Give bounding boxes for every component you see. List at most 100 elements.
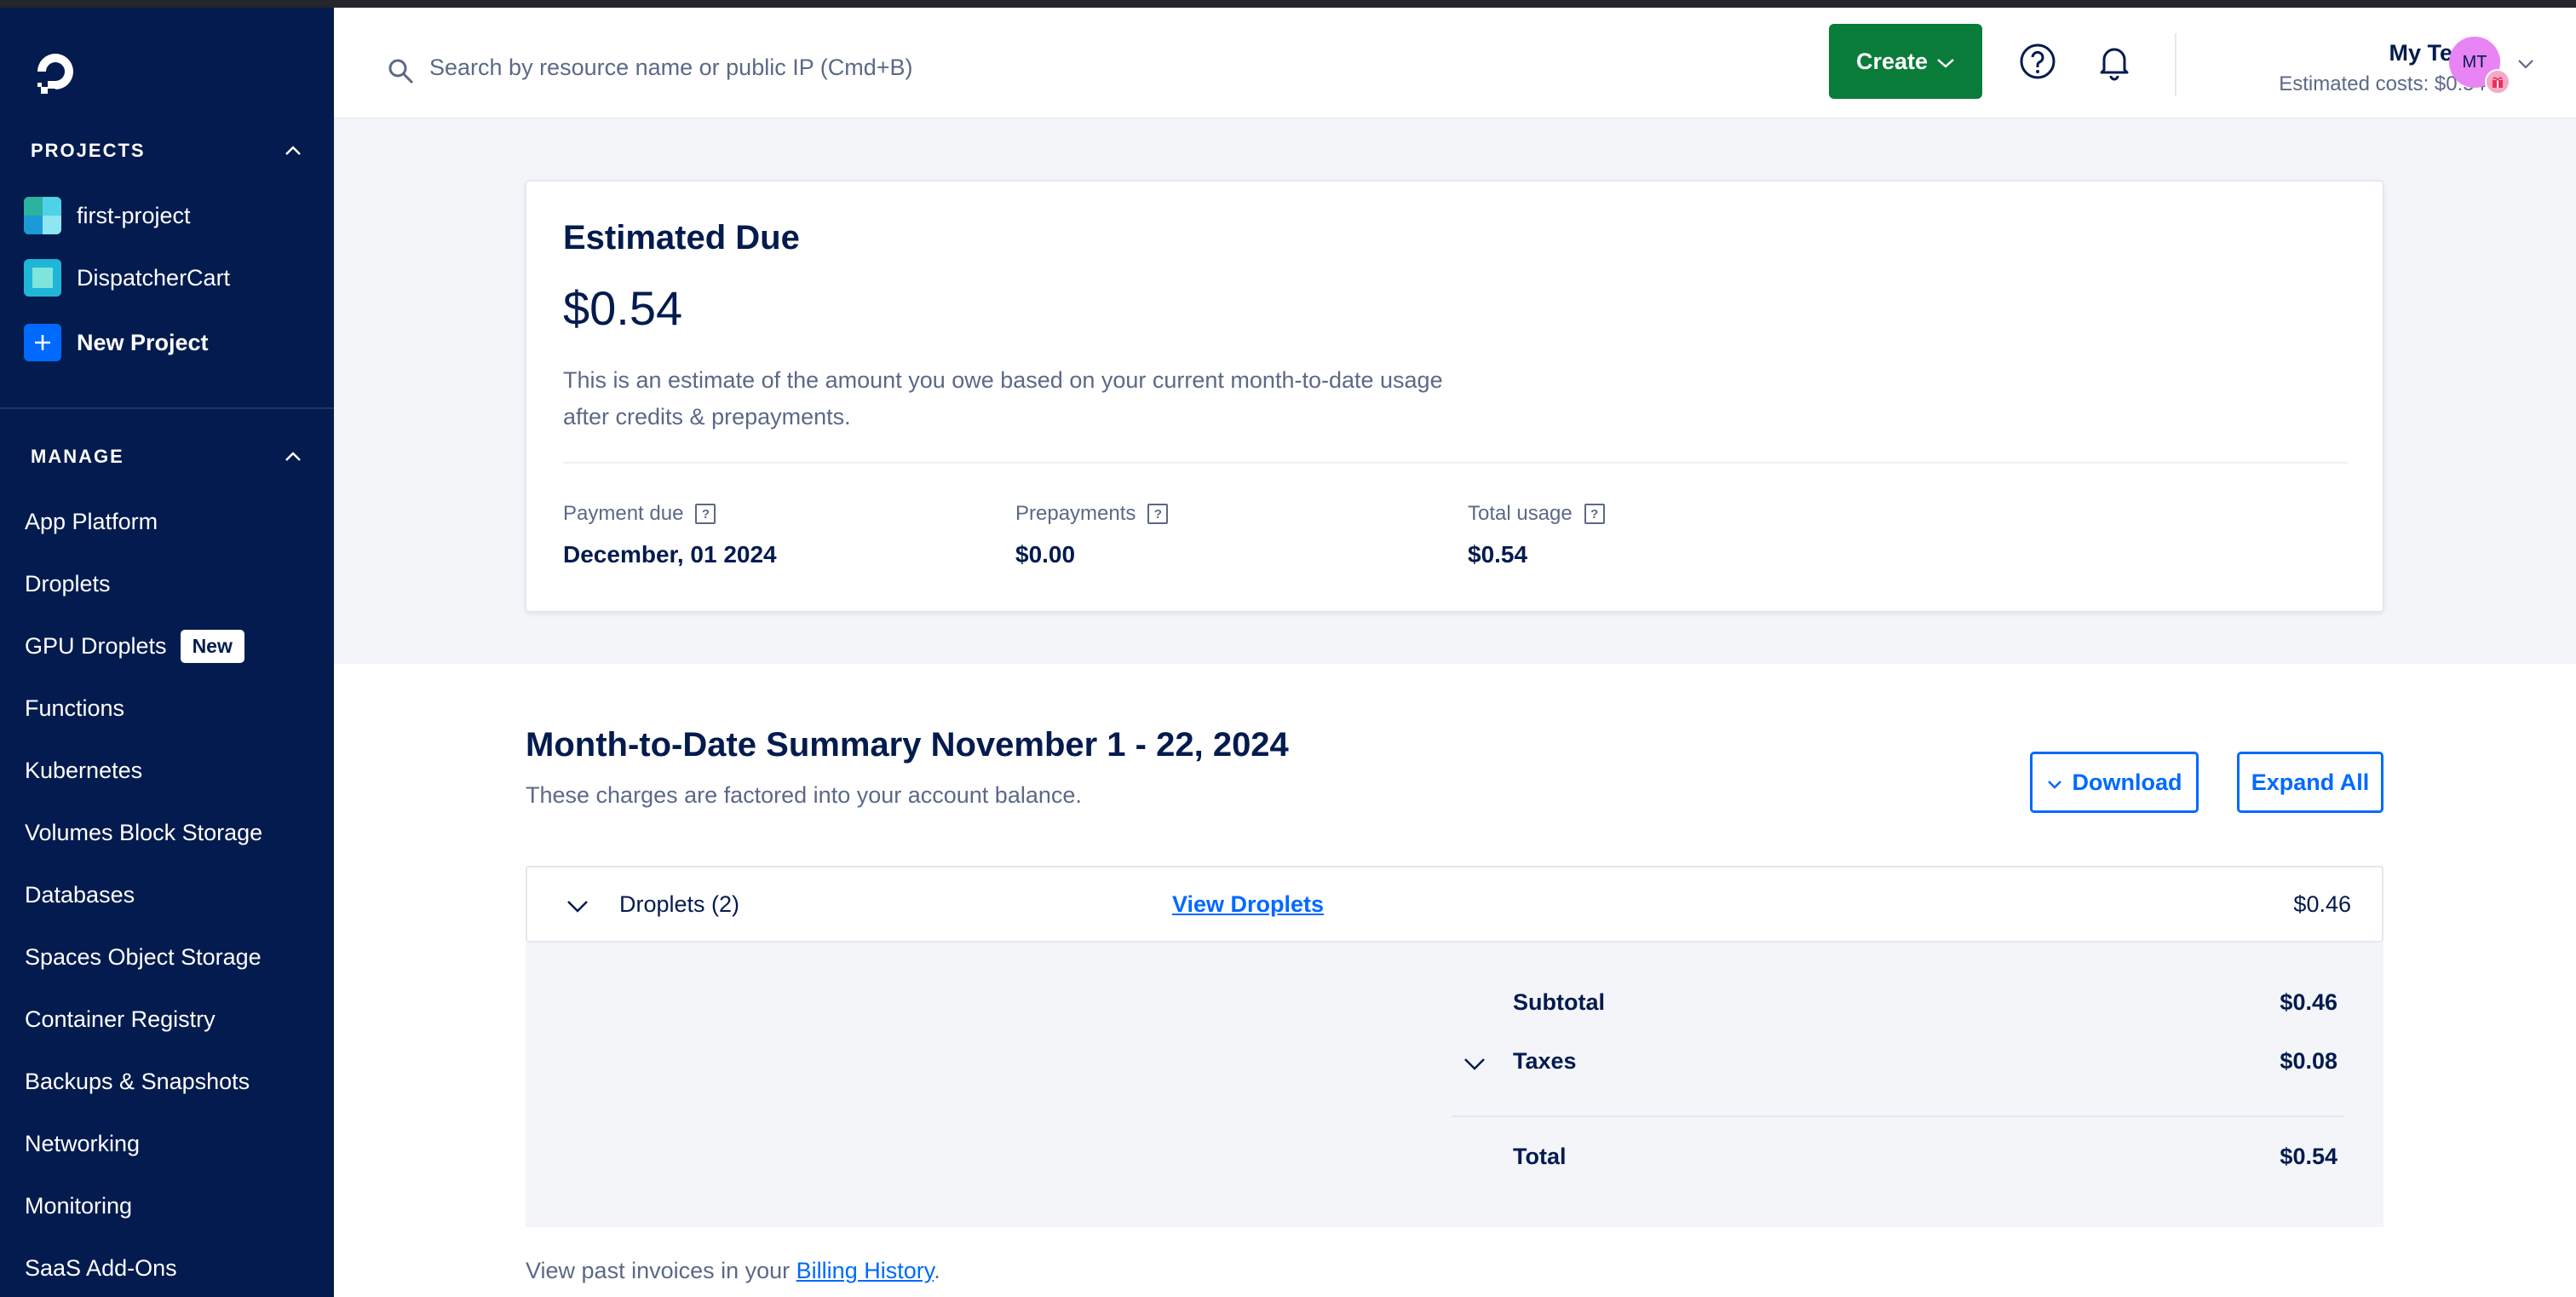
billing-history-link[interactable]: Billing History xyxy=(796,1258,934,1283)
past-invoices-text: View past invoices in your Billing Histo… xyxy=(526,1258,940,1284)
sidebar-item-app-platform[interactable]: App Platform xyxy=(25,501,158,542)
totals-divider xyxy=(1452,1115,2343,1117)
sidebar-item-gpu-droplets[interactable]: GPU Droplets New xyxy=(25,625,244,666)
sidebar-item-kubernetes[interactable]: Kubernetes xyxy=(25,750,142,791)
sidebar-item-droplets[interactable]: Droplets xyxy=(25,563,111,604)
help-icon[interactable] xyxy=(2018,42,2057,81)
subtotal-value: $0.46 xyxy=(2280,989,2337,1015)
droplets-row[interactable]: Droplets (2) View Droplets $0.46 xyxy=(526,866,2383,942)
create-button-label: Create xyxy=(1855,48,1929,74)
estimated-due-description: This is an estimate of the amount you ow… xyxy=(563,367,1443,429)
summary-subtitle: These charges are factored into your acc… xyxy=(526,782,1082,808)
sidebar-item-label: Volumes Block Storage xyxy=(25,819,263,845)
total-usage-value: $0.54 xyxy=(1468,541,1528,568)
summary-title: Month-to-Date Summary November 1 - 22, 2… xyxy=(526,726,1289,764)
manage-heading-label: MANAGE xyxy=(31,446,124,467)
sidebar-item-volumes[interactable]: Volumes Block Storage xyxy=(25,812,262,853)
payment-due-block: Payment due? December, 01 2024 xyxy=(563,502,777,568)
sidebar-item-label: Backups & Snapshots xyxy=(25,1068,250,1094)
new-badge: New xyxy=(180,629,244,663)
chevron-down-icon[interactable] xyxy=(566,894,589,918)
total-usage-block: Total usage? $0.54 xyxy=(1468,502,1605,568)
chevron-down-icon[interactable] xyxy=(2516,54,2536,74)
sidebar-item-label: App Platform xyxy=(25,508,158,534)
plus-icon xyxy=(24,324,61,361)
help-icon[interactable]: ? xyxy=(1147,504,1169,524)
sidebar-item-databases[interactable]: Databases xyxy=(25,874,135,915)
sidebar-item-label: SaaS Add-Ons xyxy=(25,1254,177,1281)
new-project-label: New Project xyxy=(77,329,209,355)
project-item-first-project[interactable]: first-project xyxy=(24,194,191,237)
taxes-row[interactable]: Taxes $0.08 xyxy=(1513,1048,2337,1075)
chevron-down-icon xyxy=(2047,770,2062,796)
download-button[interactable]: Download xyxy=(2030,752,2199,813)
subtotal-label: Subtotal xyxy=(1513,989,1605,1015)
header-divider xyxy=(2175,33,2176,96)
estimated-due-card: Estimated Due $0.54 This is an estimate … xyxy=(526,181,2383,612)
project-label: DispatcherCart xyxy=(77,264,231,291)
sidebar-item-spaces[interactable]: Spaces Object Storage xyxy=(25,937,262,977)
gift-icon xyxy=(2485,69,2510,95)
download-label: Download xyxy=(2072,769,2182,795)
projects-heading[interactable]: PROJECTS xyxy=(31,135,303,166)
totals-panel: Subtotal $0.46 Taxes $0.08 Total $0.54 xyxy=(526,942,2383,1227)
sidebar-item-saas-addons[interactable]: SaaS Add-Ons xyxy=(25,1248,177,1288)
taxes-label: Taxes xyxy=(1513,1048,1577,1074)
total-usage-label: Total usage xyxy=(1468,502,1573,525)
droplets-label: Droplets (2) xyxy=(619,891,740,917)
chevron-down-icon[interactable] xyxy=(1463,1052,1486,1075)
estimated-due-amount: $0.54 xyxy=(563,281,683,335)
project-item-dispatchercart[interactable]: DispatcherCart xyxy=(24,257,230,299)
total-row: Total $0.54 xyxy=(1513,1144,2337,1170)
expand-all-label: Expand All xyxy=(2251,769,2370,795)
payment-due-value: December, 01 2024 xyxy=(563,541,777,568)
sidebar-item-label: Droplets xyxy=(25,570,111,597)
manage-heading[interactable]: MANAGE xyxy=(31,441,303,472)
payment-due-label: Payment due xyxy=(563,502,684,525)
project-label: first-project xyxy=(77,202,191,228)
top-strip xyxy=(0,0,2576,8)
sidebar-divider xyxy=(0,407,334,409)
total-label: Total xyxy=(1513,1144,1567,1169)
sidebar: PROJECTS first-project DispatcherCart Ne… xyxy=(0,8,334,1297)
search-input[interactable] xyxy=(429,49,1111,86)
total-value: $0.54 xyxy=(2280,1144,2337,1169)
projects-heading-label: PROJECTS xyxy=(31,140,146,161)
sidebar-item-label: Kubernetes xyxy=(25,757,143,783)
sidebar-item-functions[interactable]: Functions xyxy=(25,688,124,729)
help-icon[interactable]: ? xyxy=(695,504,716,524)
past-invoices-suffix: . xyxy=(934,1258,940,1283)
expand-all-button[interactable]: Expand All xyxy=(2237,752,2383,813)
chevron-up-icon[interactable] xyxy=(283,447,303,467)
search-icon xyxy=(387,57,416,86)
sidebar-item-label: Spaces Object Storage xyxy=(25,943,262,970)
new-project-button[interactable]: New Project xyxy=(24,321,209,364)
view-droplets-link[interactable]: View Droplets xyxy=(1172,891,1324,918)
estimated-due-title: Estimated Due xyxy=(563,219,800,257)
sidebar-item-label: GPU Droplets xyxy=(25,632,167,659)
subtotal-row: Subtotal $0.46 xyxy=(1513,989,2337,1016)
sidebar-item-label: Databases xyxy=(25,881,135,908)
sidebar-item-label: Monitoring xyxy=(25,1192,133,1219)
sidebar-item-backups[interactable]: Backups & Snapshots xyxy=(25,1061,250,1102)
bell-icon[interactable] xyxy=(2095,42,2134,81)
sidebar-item-label: Networking xyxy=(25,1130,141,1156)
project-icon xyxy=(24,259,61,297)
prepayments-value: $0.00 xyxy=(1015,541,1076,568)
prepayments-label: Prepayments xyxy=(1015,502,1136,525)
help-icon[interactable]: ? xyxy=(1584,504,1605,524)
sidebar-item-monitoring[interactable]: Monitoring xyxy=(25,1185,132,1226)
sidebar-item-container-registry[interactable]: Container Registry xyxy=(25,999,216,1040)
digitalocean-logo-icon[interactable] xyxy=(29,45,82,98)
past-invoices-prefix: View past invoices in your xyxy=(526,1258,796,1283)
taxes-value: $0.08 xyxy=(2280,1048,2337,1074)
sidebar-item-label: Container Registry xyxy=(25,1006,216,1032)
project-icon xyxy=(24,197,61,234)
sidebar-item-label: Functions xyxy=(25,695,125,721)
create-button[interactable]: Create xyxy=(1829,24,1982,99)
sidebar-item-networking[interactable]: Networking xyxy=(25,1123,140,1164)
top-header: Create My Team Estimated costs: $0.54 MT xyxy=(334,8,2576,118)
card-divider xyxy=(563,462,2348,464)
chevron-up-icon[interactable] xyxy=(283,141,303,161)
droplets-amount: $0.46 xyxy=(2293,891,2351,917)
